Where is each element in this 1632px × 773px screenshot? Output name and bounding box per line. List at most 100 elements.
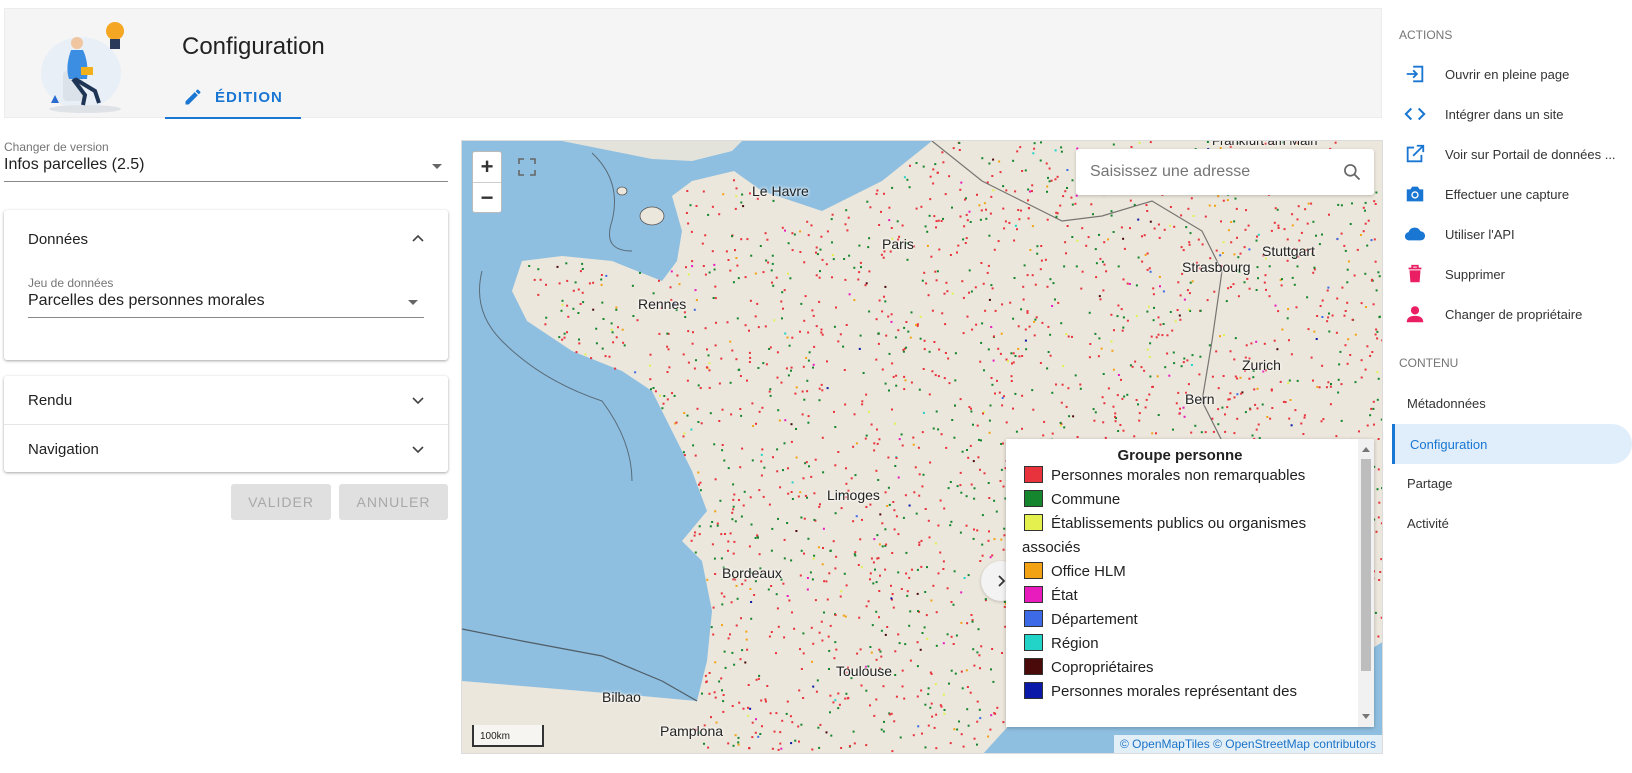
zoom-control: + − <box>472 151 502 213</box>
panel-navigation-title: Navigation <box>28 440 99 458</box>
legend-item: Commune <box>1022 488 1348 512</box>
camera-icon <box>1403 182 1427 206</box>
panel-donnees-header[interactable]: Données <box>4 210 448 268</box>
tab-edition[interactable]: ÉDITION <box>165 77 301 119</box>
panel-rendu-title: Rendu <box>28 391 73 409</box>
legend-swatch <box>1024 658 1043 675</box>
map-city-label: Limoges <box>827 487 880 503</box>
page-title: Configuration <box>182 33 325 60</box>
action-label: Effectuer une capture <box>1445 186 1570 202</box>
action-embed[interactable]: Intégrer dans un site <box>1403 95 1628 133</box>
illustration-icon <box>41 22 124 113</box>
legend-swatch <box>1024 610 1043 627</box>
code-icon <box>1403 102 1427 126</box>
legend-swatch <box>1024 586 1043 603</box>
legend-item: Département <box>1022 608 1348 632</box>
map-attribution[interactable]: © OpenMapTiles © OpenStreetMap contribut… <box>1113 735 1382 753</box>
action-label: Intégrer dans un site <box>1445 106 1564 122</box>
nav-activite[interactable]: Activité <box>1407 516 1449 531</box>
scrollbar-thumb[interactable] <box>1361 459 1371 671</box>
dropdown-arrow-icon <box>432 164 442 169</box>
scroll-up-icon[interactable] <box>1362 447 1370 452</box>
legend-item-label: Établissements publics ou organismes ass… <box>1022 515 1307 556</box>
action-change-owner[interactable]: Changer de propriétaire <box>1403 295 1628 333</box>
map-scale: 100km <box>472 725 544 747</box>
legend-item-label: État <box>1051 587 1078 604</box>
action-delete[interactable]: Supprimer <box>1403 255 1628 293</box>
address-search[interactable] <box>1076 149 1374 195</box>
tab-edition-label: ÉDITION <box>215 88 283 106</box>
dataset-select[interactable]: Jeu de données Parcelles des personnes m… <box>28 276 424 318</box>
panel-donnees-title: Données <box>28 230 89 248</box>
map-city-label: Rennes <box>638 296 687 312</box>
scroll-down-icon[interactable] <box>1362 714 1370 719</box>
legend-scrollbar[interactable] <box>1358 439 1374 727</box>
map-legend: Groupe personne Personnes morales non re… <box>1006 439 1374 727</box>
legend-item: Établissements publics ou organismes ass… <box>1022 512 1348 560</box>
fullscreen-icon[interactable] <box>517 157 537 177</box>
version-select[interactable]: Changer de version Infos parcelles (2.5) <box>4 140 448 182</box>
open-in-page-icon <box>1403 62 1427 86</box>
map-city-label: Bordeaux <box>722 565 782 581</box>
panel-rendu-header[interactable]: Rendu <box>4 376 448 424</box>
legend-swatch <box>1024 490 1043 507</box>
map-city-label: Frankfurt am Main <box>1212 140 1318 148</box>
legend-item-label: Personnes morales non remarquables <box>1051 467 1306 484</box>
zoom-in-button[interactable]: + <box>473 152 501 182</box>
action-label: Ouvrir en pleine page <box>1445 66 1570 82</box>
search-icon[interactable] <box>1342 162 1362 182</box>
legend-list: Personnes morales non remarquables Commun… <box>1006 464 1374 704</box>
external-link-icon <box>1403 142 1427 166</box>
nav-configuration[interactable]: Configuration <box>1392 424 1632 464</box>
version-value-text: Infos parcelles (2.5) <box>4 156 145 173</box>
header-bar: Configuration ÉDITION <box>4 8 1382 119</box>
action-label: Utiliser l'API <box>1445 226 1515 242</box>
validate-button[interactable]: VALIDER <box>231 484 331 520</box>
legend-item: Personnes morales non remarquables <box>1022 464 1348 488</box>
legend-swatch <box>1024 562 1043 579</box>
chevron-up-icon <box>412 234 424 242</box>
legend-item: Copropriétaires <box>1022 656 1348 680</box>
action-view-portal[interactable]: Voir sur Portail de données ... <box>1403 135 1628 173</box>
action-capture[interactable]: Effectuer une capture <box>1403 175 1628 213</box>
map-city-label: Toulouse <box>836 663 893 679</box>
legend-item: Région <box>1022 632 1348 656</box>
action-open-full-page[interactable]: Ouvrir en pleine page <box>1403 55 1628 93</box>
zoom-out-button[interactable]: − <box>473 182 501 212</box>
legend-swatch <box>1024 514 1043 531</box>
version-value[interactable]: Infos parcelles (2.5) <box>4 156 448 182</box>
cancel-button[interactable]: ANNULER <box>339 484 448 520</box>
legend-item-label: Région <box>1051 635 1099 652</box>
map-city-label: Bern <box>1185 391 1215 407</box>
person-icon <box>1403 302 1427 326</box>
chevron-down-icon <box>412 397 424 405</box>
legend-item-label: Commune <box>1051 491 1121 508</box>
panel-donnees: Données Jeu de données Parcelles des per… <box>4 210 448 360</box>
legend-title: Groupe personne <box>1117 447 1243 464</box>
legend-item-label: Office HLM <box>1051 563 1126 580</box>
nav-metadonnees[interactable]: Métadonnées <box>1407 396 1486 411</box>
panel-navigation-header[interactable]: Navigation <box>4 425 448 473</box>
search-input[interactable] <box>1088 162 1342 182</box>
legend-swatch <box>1024 466 1043 483</box>
action-label: Changer de propriétaire <box>1445 306 1583 322</box>
chevron-down-icon <box>412 446 424 454</box>
legend-swatch <box>1024 634 1043 651</box>
actions-section-label: ACTIONS <box>1399 28 1453 42</box>
dataset-value[interactable]: Parcelles des personnes morales <box>28 292 424 318</box>
map-view[interactable]: Le Havre Paris Rennes Stuttgart Strasbou… <box>461 140 1383 754</box>
map-city-label: Strasbourg <box>1182 259 1251 275</box>
legend-item: Office HLM <box>1022 560 1348 584</box>
legend-swatch <box>1024 682 1043 699</box>
map-city-label: Stuttgart <box>1262 243 1315 259</box>
legend-item-label: Personnes morales représentant des <box>1051 683 1297 700</box>
map-city-label: Pamplona <box>660 723 724 739</box>
nav-partage[interactable]: Partage <box>1407 476 1453 491</box>
action-label: Voir sur Portail de données ... <box>1445 146 1616 162</box>
dataset-value-text: Parcelles des personnes morales <box>28 292 265 309</box>
map-city-label: Le Havre <box>752 183 809 199</box>
content-section-label: CONTENU <box>1399 356 1459 370</box>
map-city-label: Paris <box>882 236 914 252</box>
action-api[interactable]: Utiliser l'API <box>1403 215 1628 253</box>
panel-group: Rendu Navigation <box>4 376 448 472</box>
